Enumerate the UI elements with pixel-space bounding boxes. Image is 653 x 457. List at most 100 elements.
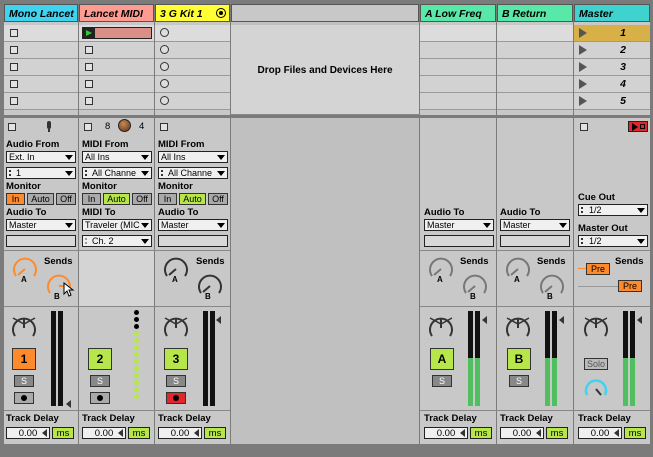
group-slot-icon[interactable]: [160, 45, 169, 54]
scene-launch-icon[interactable]: [579, 62, 587, 72]
delay-nudge-icon[interactable]: [536, 429, 541, 437]
clip-slot[interactable]: [4, 59, 78, 76]
audio-to-channel-select[interactable]: [6, 235, 76, 247]
audio-to-select[interactable]: Master: [6, 219, 76, 231]
audio-to-select[interactable]: Master: [158, 219, 228, 231]
scene-launch-icon[interactable]: [579, 96, 587, 106]
audio-to-select[interactable]: Master: [500, 219, 570, 231]
volume-fader-arrow-icon[interactable]: [216, 316, 221, 324]
monitor-in-button[interactable]: In: [82, 193, 101, 205]
midi-channel-select[interactable]: All Channe: [158, 167, 228, 179]
return-header-b[interactable]: B Return: [497, 4, 573, 22]
track-activator-button[interactable]: B: [507, 348, 531, 370]
clip-slot[interactable]: [497, 93, 573, 110]
scene-row[interactable]: 2: [574, 42, 650, 59]
stop-button-icon[interactable]: [85, 80, 93, 88]
pan-knob-icon[interactable]: [161, 312, 191, 344]
clip-play-icon[interactable]: [82, 27, 152, 39]
return-header-a[interactable]: A Low Freq: [420, 4, 496, 22]
audio-to-select[interactable]: Master: [424, 219, 494, 231]
record-arm-button[interactable]: [166, 392, 186, 404]
track-activator-button[interactable]: 1: [12, 348, 36, 370]
stop-button-icon[interactable]: [8, 123, 16, 131]
midi-channel-select[interactable]: All Channe: [82, 167, 152, 179]
delay-unit-toggle[interactable]: ms: [204, 427, 226, 439]
monitor-auto-button[interactable]: Auto: [27, 193, 54, 205]
master-out-select[interactable]: 1/2: [578, 235, 648, 247]
monitor-auto-button[interactable]: Auto: [103, 193, 130, 205]
delay-nudge-icon[interactable]: [118, 429, 123, 437]
clip-slot[interactable]: [155, 25, 230, 42]
track-activator-button[interactable]: A: [430, 348, 454, 370]
pre-button[interactable]: Pre: [586, 263, 610, 275]
stop-button-icon[interactable]: [160, 123, 168, 131]
audio-to-channel-select[interactable]: [500, 235, 570, 247]
scene-launch-icon[interactable]: [579, 28, 587, 38]
clip-slot[interactable]: [4, 25, 78, 42]
clip-slot[interactable]: [155, 59, 230, 76]
group-slot-icon[interactable]: [160, 79, 169, 88]
group-fold-icon[interactable]: [216, 8, 226, 18]
clip-slot[interactable]: [420, 42, 496, 59]
stop-button-icon[interactable]: [10, 63, 18, 71]
clip-slot-playing[interactable]: [79, 25, 154, 42]
delay-nudge-icon[interactable]: [614, 429, 619, 437]
midi-from-select[interactable]: All Ins: [158, 151, 228, 163]
stop-button-icon[interactable]: [10, 80, 18, 88]
stop-button-icon[interactable]: [85, 46, 93, 54]
scene-launch-icon[interactable]: [579, 79, 587, 89]
clip-slot[interactable]: [497, 25, 573, 42]
volume-fader-arrow-icon[interactable]: [66, 400, 71, 408]
delay-nudge-icon[interactable]: [460, 429, 465, 437]
clip-slot[interactable]: [4, 93, 78, 110]
stop-button-icon[interactable]: [85, 97, 93, 105]
volume-fader-arrow-icon[interactable]: [637, 316, 642, 324]
monitor-off-button[interactable]: Off: [208, 193, 228, 205]
track-header-lancet-midi[interactable]: Lancet MIDI: [79, 4, 154, 22]
pre-button[interactable]: Pre: [618, 280, 642, 292]
solo-button[interactable]: S: [166, 375, 186, 387]
scene-row[interactable]: 5: [574, 93, 650, 110]
stop-button-icon[interactable]: [84, 123, 92, 131]
track-activator-button[interactable]: 2: [88, 348, 112, 370]
clip-slot[interactable]: [79, 76, 154, 93]
clip-slot[interactable]: [4, 42, 78, 59]
monitor-in-button[interactable]: In: [6, 193, 25, 205]
solo-mode-button[interactable]: Solo: [584, 358, 608, 370]
track-header-mono-lancet[interactable]: Mono Lancet: [4, 4, 78, 22]
track-activator-button[interactable]: 3: [164, 348, 188, 370]
clip-slot[interactable]: [420, 25, 496, 42]
input-channel-select[interactable]: 1: [6, 167, 76, 179]
clip-slot[interactable]: [420, 93, 496, 110]
cue-volume-knob-icon[interactable]: [582, 375, 610, 403]
monitor-off-button[interactable]: Off: [56, 193, 76, 205]
clip-slot[interactable]: [79, 42, 154, 59]
record-arm-button[interactable]: [14, 392, 34, 404]
solo-button[interactable]: S: [14, 375, 34, 387]
clip-slot[interactable]: [4, 76, 78, 93]
stop-button-icon[interactable]: [10, 29, 18, 37]
solo-button[interactable]: S: [509, 375, 529, 387]
clip-slot[interactable]: [420, 59, 496, 76]
delay-nudge-icon[interactable]: [194, 429, 199, 437]
clip-slot[interactable]: [497, 76, 573, 93]
clip-slot[interactable]: [79, 93, 154, 110]
monitor-in-button[interactable]: In: [158, 193, 177, 205]
pan-knob-icon[interactable]: [581, 312, 611, 344]
group-slot-icon[interactable]: [160, 62, 169, 71]
delay-nudge-icon[interactable]: [42, 429, 47, 437]
volume-fader-arrow-icon[interactable]: [559, 316, 564, 324]
stop-button-icon[interactable]: [10, 97, 18, 105]
scene-launch-icon[interactable]: [579, 45, 587, 55]
delay-unit-toggle[interactable]: ms: [546, 427, 568, 439]
clip-slot[interactable]: [155, 93, 230, 110]
audio-to-channel-select[interactable]: [424, 235, 494, 247]
clip-slot[interactable]: [79, 59, 154, 76]
microphone-icon[interactable]: [47, 121, 51, 129]
drop-zone[interactable]: Drop Files and Devices Here: [231, 25, 419, 115]
master-header[interactable]: Master: [574, 4, 650, 22]
scene-row[interactable]: 3: [574, 59, 650, 76]
volume-fader-arrow-icon[interactable]: [482, 316, 487, 324]
clip-slot[interactable]: [420, 76, 496, 93]
delay-unit-toggle[interactable]: ms: [128, 427, 150, 439]
